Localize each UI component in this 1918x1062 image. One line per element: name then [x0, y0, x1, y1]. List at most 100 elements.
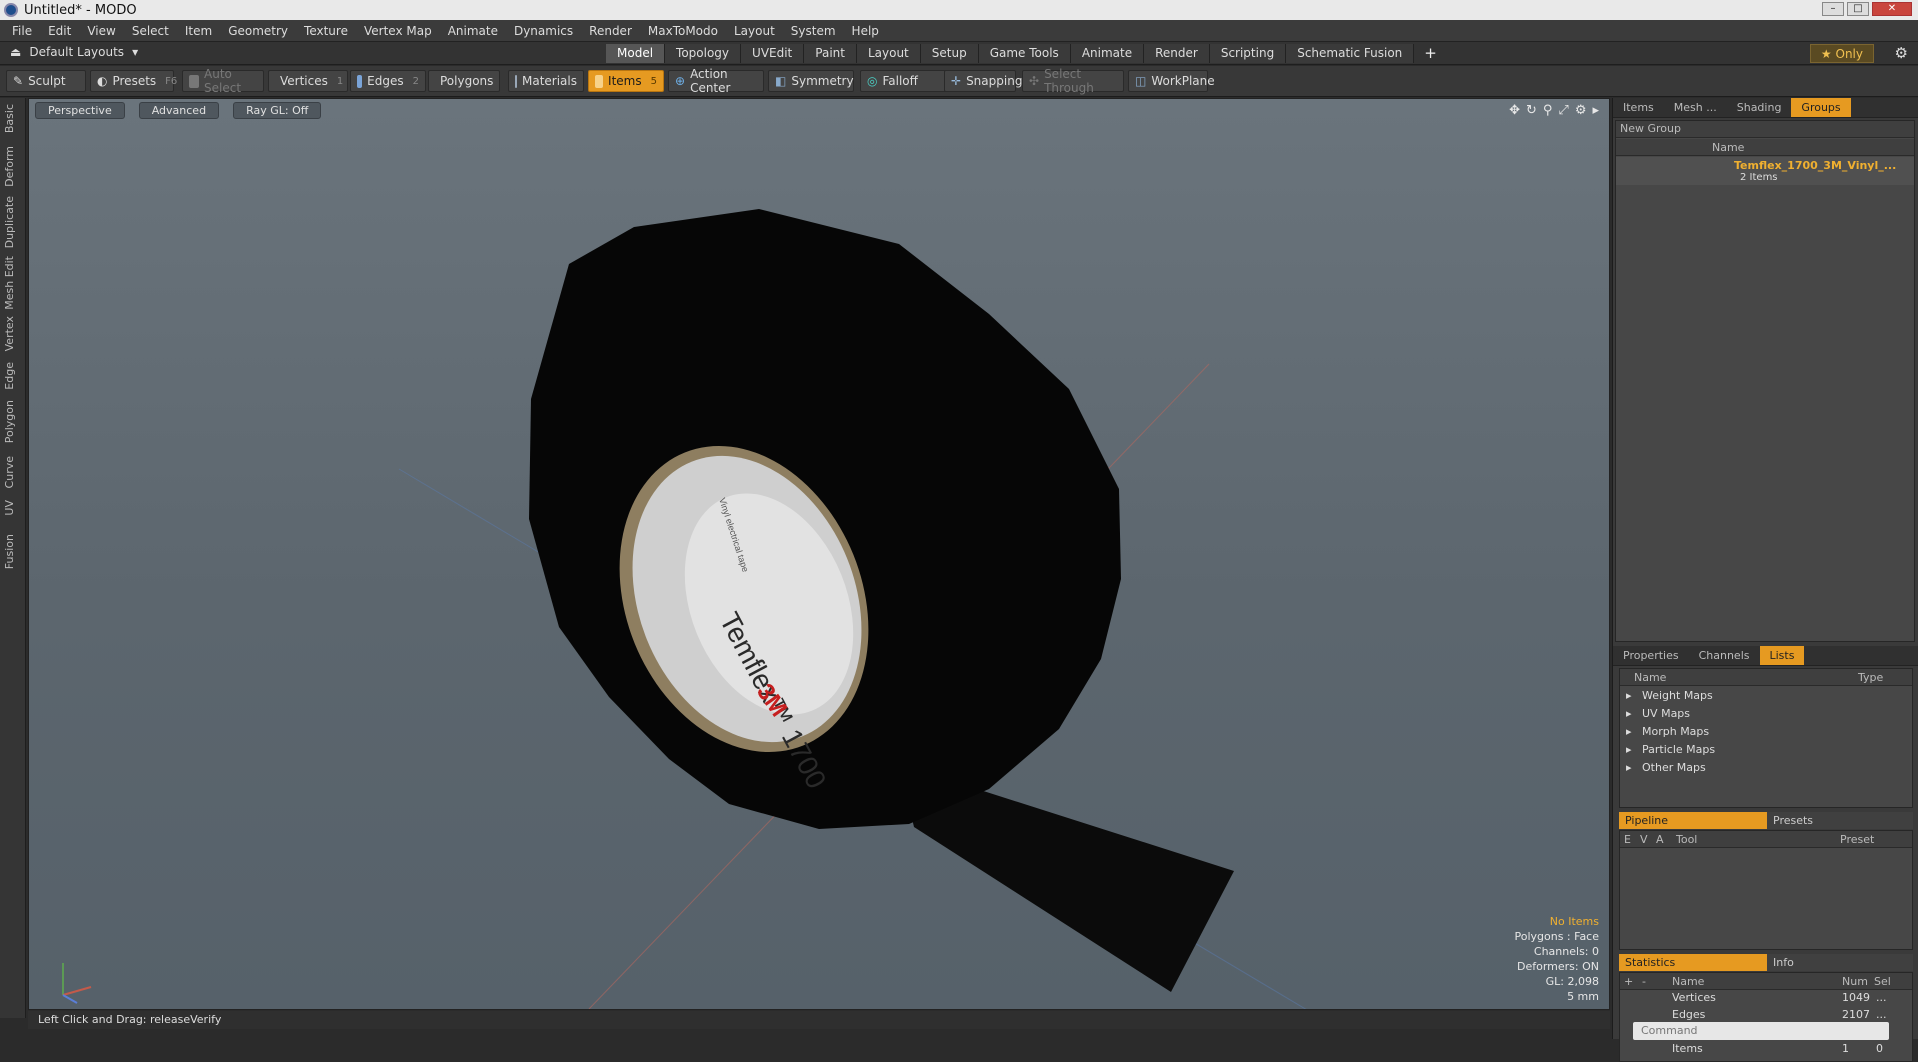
snapping-button[interactable]: ✛ Snapping: [944, 70, 1022, 92]
raygl-button[interactable]: Ray GL: Off: [233, 102, 322, 119]
pipeline-box: E V A Tool Preset: [1619, 830, 1913, 950]
tab-setup[interactable]: Setup: [920, 44, 979, 63]
tab-animate[interactable]: Animate: [1070, 44, 1145, 63]
expand-arrow-icon[interactable]: ▸: [1592, 103, 1599, 118]
falloff-button[interactable]: ◎ Falloff: [860, 70, 946, 92]
left-tab-deform[interactable]: Deform: [3, 146, 23, 187]
list-item[interactable]: ▸ UV Maps: [1620, 707, 1912, 725]
layout-selector[interactable]: ⏏ Default Layouts ▾: [10, 45, 138, 59]
tab-model[interactable]: Model: [606, 44, 666, 63]
left-tab-edge[interactable]: Edge: [3, 362, 23, 390]
tab-scripting[interactable]: Scripting: [1209, 44, 1287, 63]
menu-item[interactable]: Item: [177, 24, 220, 38]
tab-paint[interactable]: Paint: [804, 44, 857, 63]
menu-edit[interactable]: Edit: [40, 24, 79, 38]
maximize-button[interactable]: □: [1847, 2, 1869, 16]
new-group-button[interactable]: New Group: [1616, 121, 1914, 138]
viewport-settings-icon[interactable]: ⚙: [1575, 103, 1587, 118]
viewport-controls: ✥ ↻ ⚲ ⤢ ⚙ ▸: [1509, 103, 1599, 118]
tab-topology[interactable]: Topology: [665, 44, 742, 63]
action-center-button[interactable]: ⊕ Action Center: [668, 67, 764, 95]
action-center-label: Action Center: [690, 67, 731, 95]
menu-geometry[interactable]: Geometry: [220, 24, 296, 38]
3d-viewport[interactable]: Temflex™ 1700 3M Vinyl electrical tape P…: [28, 98, 1610, 1010]
close-button[interactable]: ✕: [1872, 2, 1912, 16]
presets-button[interactable]: ◐ Presets F6: [90, 70, 177, 92]
edges-button[interactable]: Edges 2: [350, 70, 426, 92]
tab-presets[interactable]: Presets: [1767, 812, 1913, 829]
menu-render[interactable]: Render: [581, 24, 640, 38]
group-row[interactable]: Temflex_1700_3M_Vinyl_... 2 Items: [1616, 157, 1914, 185]
star-icon: ★: [1820, 47, 1832, 61]
menu-animate[interactable]: Animate: [440, 24, 506, 38]
items-button[interactable]: Items 5: [588, 70, 664, 92]
tab-schematic-fusion[interactable]: Schematic Fusion: [1286, 44, 1415, 63]
auto-select-button[interactable]: Auto Select: [182, 67, 264, 95]
tab-properties[interactable]: Properties: [1613, 649, 1689, 662]
left-tab-vertex[interactable]: Vertex: [3, 316, 23, 351]
tab-render[interactable]: Render: [1144, 44, 1210, 63]
sculpt-button[interactable]: ✎ Sculpt: [6, 70, 86, 92]
menu-view[interactable]: View: [79, 24, 123, 38]
list-item[interactable]: ▸ Weight Maps: [1620, 689, 1912, 707]
left-tab-mesh-edit[interactable]: Mesh Edit: [3, 256, 23, 310]
list-item[interactable]: ▸ Morph Maps: [1620, 725, 1912, 743]
menu-dynamics[interactable]: Dynamics: [506, 24, 581, 38]
add-tab-icon[interactable]: +: [1414, 44, 1447, 63]
pan-icon[interactable]: ✥: [1509, 103, 1520, 118]
modo-logo-icon: [4, 3, 18, 17]
tab-items[interactable]: Items: [1613, 101, 1664, 114]
shading-mode-button[interactable]: Advanced: [138, 102, 220, 119]
menu-vertex-map[interactable]: Vertex Map: [356, 24, 440, 38]
workplane-button[interactable]: ◫ WorkPlane: [1128, 70, 1215, 92]
view-mode-button[interactable]: Perspective: [35, 102, 125, 119]
menu-layout[interactable]: Layout: [726, 24, 783, 38]
menu-maxtomodo[interactable]: MaxToModo: [640, 24, 726, 38]
tab-shading[interactable]: Shading: [1727, 101, 1792, 114]
tab-lists[interactable]: Lists: [1759, 646, 1805, 665]
workplane-label: WorkPlane: [1151, 74, 1215, 88]
viewport-info: No Items Polygons : Face Channels: 0 Def…: [1514, 914, 1599, 1004]
tab-layout[interactable]: Layout: [856, 44, 921, 63]
polygons-button[interactable]: Polygons: [428, 70, 500, 92]
groups-panel-tabs: Items Mesh ... Shading Groups: [1613, 98, 1918, 118]
select-through-button[interactable]: ✣ Select Through: [1022, 67, 1124, 95]
info-gl: GL: 2,098: [1545, 975, 1599, 988]
tab-channels[interactable]: Channels: [1689, 649, 1760, 662]
only-button[interactable]: ★ Only: [1809, 44, 1874, 63]
list-item[interactable]: ▸ Other Maps: [1620, 761, 1912, 779]
polygons-label: Polygons: [440, 74, 494, 88]
menu-system[interactable]: System: [783, 24, 844, 38]
tab-groups[interactable]: Groups: [1791, 98, 1851, 117]
stats-row-items[interactable]: Items 1 0: [1620, 1042, 1912, 1060]
tab-statistics[interactable]: Statistics: [1619, 954, 1767, 971]
list-item[interactable]: ▸ Particle Maps: [1620, 743, 1912, 761]
items-icon: [595, 74, 604, 88]
window-controls: – □ ✕: [1822, 2, 1912, 16]
group-name: Temflex_1700_3M_Vinyl_...: [1734, 159, 1897, 172]
left-tab-uv[interactable]: UV: [3, 500, 23, 516]
tab-uvedit[interactable]: UVEdit: [741, 44, 805, 63]
menu-file[interactable]: File: [4, 24, 40, 38]
menu-texture[interactable]: Texture: [296, 24, 356, 38]
tab-info[interactable]: Info: [1767, 954, 1913, 971]
vertices-button[interactable]: Vertices 1: [268, 70, 348, 92]
tab-game-tools[interactable]: Game Tools: [978, 44, 1071, 63]
fit-icon[interactable]: ⤢: [1558, 103, 1568, 118]
rotate-icon[interactable]: ↻: [1526, 103, 1537, 118]
gear-icon[interactable]: ⚙: [1895, 44, 1908, 62]
tab-pipeline[interactable]: Pipeline: [1619, 812, 1767, 829]
tab-mesh[interactable]: Mesh ...: [1664, 101, 1727, 114]
left-tab-polygon[interactable]: Polygon: [3, 400, 23, 443]
left-tab-duplicate[interactable]: Duplicate: [3, 196, 23, 248]
zoom-icon[interactable]: ⚲: [1543, 103, 1553, 118]
command-input[interactable]: Command: [1633, 1022, 1889, 1040]
minimize-button[interactable]: –: [1822, 2, 1844, 16]
symmetry-button[interactable]: ◧ Symmetry: [768, 70, 854, 92]
left-tab-curve[interactable]: Curve: [3, 456, 23, 488]
menu-select[interactable]: Select: [124, 24, 177, 38]
menu-help[interactable]: Help: [844, 24, 887, 38]
materials-button[interactable]: Materials: [508, 70, 584, 92]
left-tab-basic[interactable]: Basic: [3, 104, 23, 133]
left-tab-fusion[interactable]: Fusion: [3, 534, 23, 569]
